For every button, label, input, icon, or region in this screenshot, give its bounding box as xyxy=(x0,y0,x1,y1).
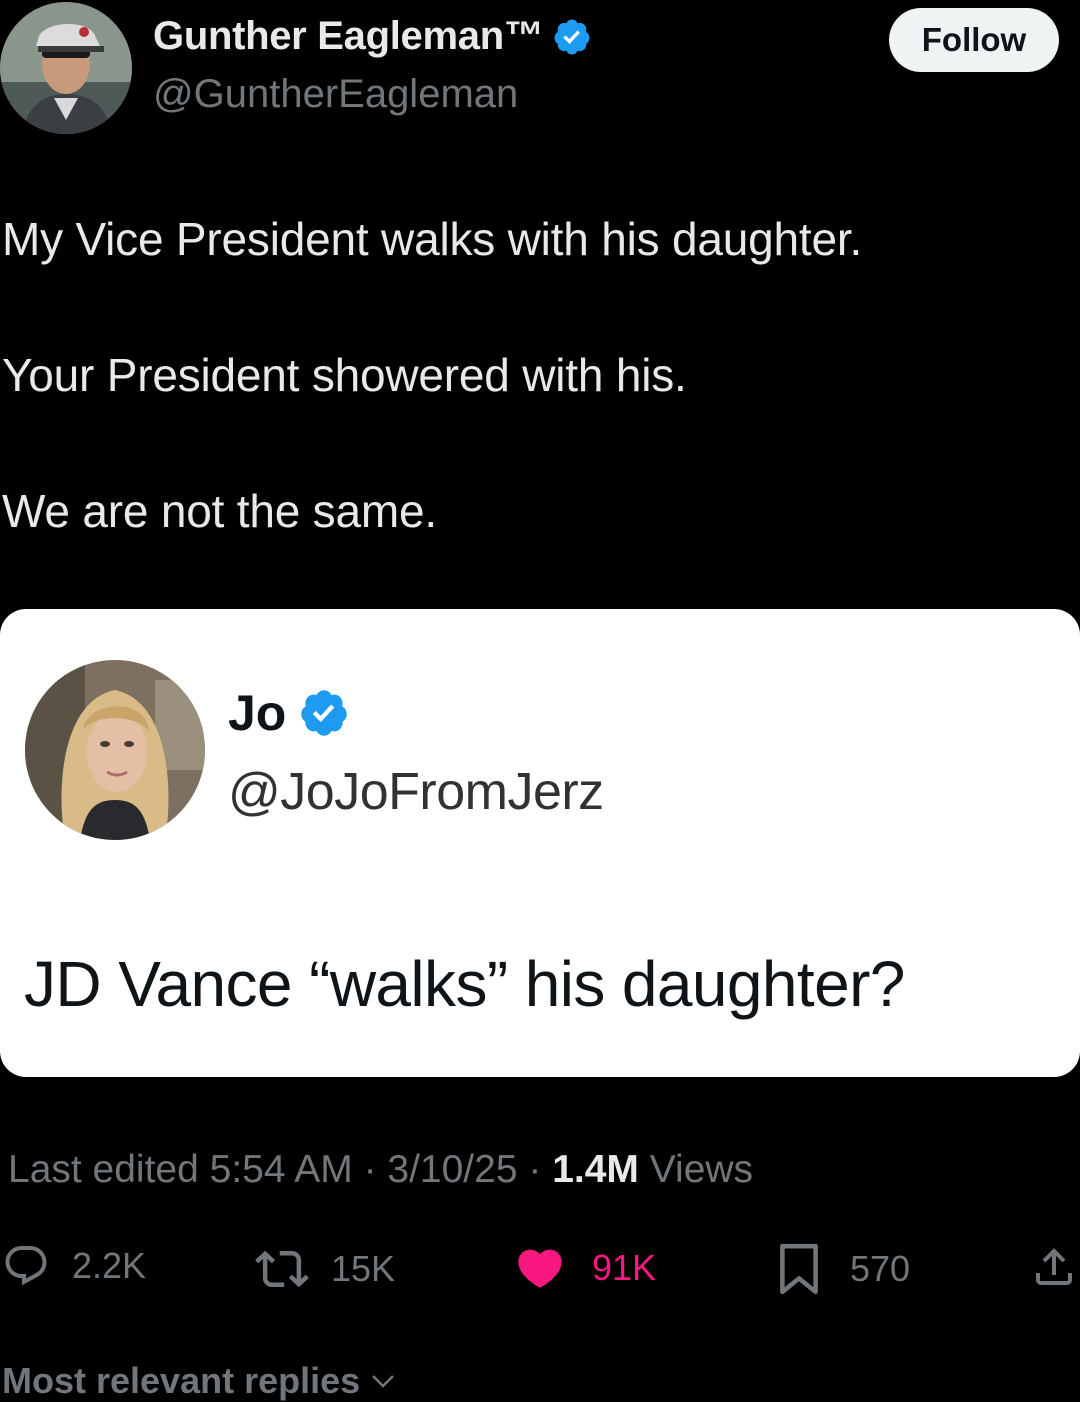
reply-count: 2.2K xyxy=(72,1245,147,1286)
repost-icon xyxy=(255,1250,309,1288)
author-name-text: Gunther Eagleman xyxy=(153,14,504,58)
meta-separator: · xyxy=(517,1148,553,1191)
follow-button[interactable]: Follow xyxy=(889,8,1059,72)
views-label: Views xyxy=(638,1148,754,1191)
quoted-tweet-text: JD Vance “walks” his daughter? xyxy=(24,948,905,1020)
author-handle[interactable]: @GuntherEagleman xyxy=(153,72,518,117)
quoted-author-name-text: Jo xyxy=(228,685,287,741)
repost-button[interactable]: 15K xyxy=(255,1242,395,1296)
quoted-verified-badge-icon xyxy=(301,690,348,736)
share-icon xyxy=(1036,1248,1072,1285)
tweet-meta: Last edited 5:54 AM · 3/10/25 · 1.4M Vie… xyxy=(8,1148,753,1192)
replies-sort-label: Most relevant replies xyxy=(2,1360,361,1401)
heart-icon xyxy=(518,1249,562,1288)
bookmark-icon xyxy=(780,1243,818,1295)
quoted-author-avatar-image xyxy=(25,660,205,840)
replies-sort-dropdown[interactable]: Most relevant replies xyxy=(2,1360,398,1402)
tweet-text-line-1: My Vice President walks with his daughte… xyxy=(2,213,863,265)
quoted-author-name[interactable]: Jo xyxy=(228,684,350,742)
reply-button[interactable]: 2.2K xyxy=(2,1242,146,1290)
author-avatar[interactable] xyxy=(0,2,132,134)
author-trademark: ™ xyxy=(503,14,544,58)
reply-icon xyxy=(5,1246,47,1286)
views-count: 1.4M xyxy=(552,1148,639,1191)
repost-count: 15K xyxy=(331,1248,396,1289)
like-count: 91K xyxy=(592,1247,657,1288)
tweet-text-line-2: Your President showered with his. xyxy=(2,349,687,401)
edited-timestamp[interactable]: Last edited 5:54 AM · 3/10/25 xyxy=(8,1148,518,1191)
verified-badge-icon xyxy=(554,19,590,54)
quoted-author-avatar[interactable] xyxy=(25,660,205,840)
bookmark-button[interactable]: 570 xyxy=(778,1242,910,1296)
author-name[interactable]: Gunther Eagleman ™ xyxy=(153,14,592,59)
author-avatar-image xyxy=(0,2,132,134)
bookmark-count: 570 xyxy=(850,1248,911,1289)
quoted-author-handle[interactable]: @JoJoFromJerz xyxy=(228,762,604,822)
like-button[interactable]: 91K xyxy=(514,1242,656,1294)
share-button[interactable] xyxy=(1030,1242,1078,1292)
chevron-down-icon xyxy=(372,1375,395,1388)
tweet-text-line-3: We are not the same. xyxy=(2,485,437,537)
